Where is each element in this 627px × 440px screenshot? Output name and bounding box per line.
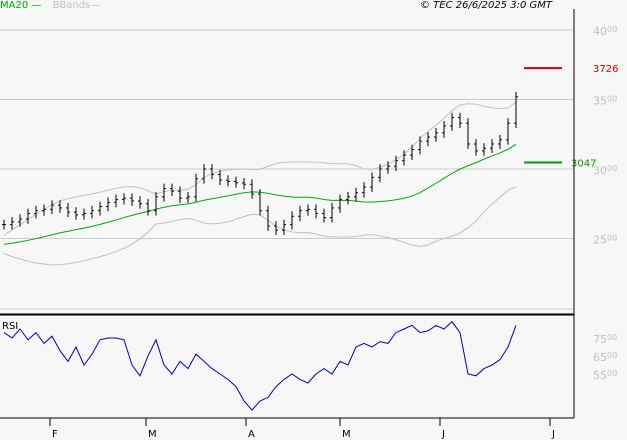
price-bar: [266, 205, 270, 231]
price-bar: [210, 164, 214, 180]
price-bar: [426, 132, 430, 147]
price-bar: [194, 173, 198, 202]
price-bar: [362, 182, 366, 198]
price-bar: [234, 176, 238, 188]
price-bar: [82, 208, 86, 220]
price-bar: [58, 200, 62, 213]
price-bar: [250, 179, 254, 199]
price-bar: [274, 221, 278, 236]
price-bar: [226, 175, 230, 187]
x-tick-label: A: [248, 429, 255, 440]
price-bar: [90, 205, 94, 219]
x-tick-label: J: [441, 429, 445, 440]
price-bar: [306, 204, 310, 216]
price-bar: [258, 189, 262, 216]
legend: MA20 — BBands—: [0, 0, 100, 11]
price-bar: [442, 121, 446, 138]
legend-ma20: MA20: [0, 0, 29, 11]
price-bar: [314, 204, 318, 219]
price-bar: [242, 178, 246, 190]
price-bar: [298, 205, 302, 222]
price-bar: [186, 191, 190, 204]
price-bar: [370, 172, 374, 192]
y-tick-label: 3000: [593, 164, 617, 177]
price-bar: [474, 139, 478, 156]
y-tick-sup: 00: [607, 164, 617, 173]
rsi-tick-sup: 00: [607, 369, 617, 378]
legend-bbands: BBands: [52, 0, 91, 11]
y-tick-label: 4000: [593, 25, 617, 38]
rsi-line: [3, 321, 517, 411]
chart: 4000 3500 3000 2500 7500 6500 5500 3726 3047 F M A M…: [0, 9, 618, 440]
price-bar: [34, 205, 38, 219]
price-bar: [354, 187, 358, 202]
x-tick-label: M: [342, 429, 351, 440]
price-bar: [114, 194, 118, 208]
x-tick-label: J: [551, 429, 555, 440]
rsi-tick-label: 7500: [593, 333, 617, 346]
price-bar: [66, 203, 70, 217]
price-bar: [122, 193, 126, 205]
x-tick-label: M: [148, 429, 157, 440]
price-bar: [458, 112, 462, 128]
resistance-level-label: 3726: [593, 64, 618, 75]
price-bar: [346, 191, 350, 205]
price-bar: [330, 203, 334, 223]
price-bar: [146, 198, 150, 216]
price-bar: [410, 144, 414, 160]
price-bar: [282, 219, 286, 236]
price-bar: [450, 112, 454, 131]
y-tick-label: 2500: [593, 234, 617, 247]
price-bar: [162, 183, 166, 202]
copyright: © TEC 26/6/2025 3:0 GMT: [420, 0, 552, 11]
x-tick-label: F: [52, 429, 58, 440]
y-tick-label: 3500: [593, 95, 617, 108]
price-bar: [74, 207, 78, 220]
price-bar: [178, 186, 182, 204]
price-bar: [290, 211, 294, 230]
price-bar: [10, 216, 14, 230]
price-bar: [130, 193, 134, 206]
price-bar: [322, 208, 326, 223]
price-bar: [338, 194, 342, 213]
price-bar: [26, 208, 30, 224]
legend-ma20-swatch: —: [28, 0, 42, 11]
price-bar: [506, 118, 510, 145]
rsi-tick-label: 5500: [593, 369, 617, 382]
price-bar: [466, 118, 470, 149]
support-level-label: 3047: [571, 158, 596, 169]
price-bar: [106, 197, 110, 212]
price-bar: [514, 91, 518, 128]
rsi-label: RSI: [2, 321, 19, 332]
price-bar: [490, 139, 494, 154]
price-bar: [498, 134, 502, 149]
price-bar: [98, 201, 102, 216]
price-bar: [138, 196, 142, 209]
price-bar: [418, 136, 422, 155]
price-bar: [154, 191, 158, 216]
price-bar: [202, 164, 206, 184]
y-tick-sup: 00: [607, 234, 617, 243]
price-bar: [482, 143, 486, 156]
rsi-tick-label: 6500: [593, 351, 617, 364]
legend-bbands-swatch: —: [90, 0, 101, 11]
price-bar: [2, 219, 6, 230]
y-tick-sup: 00: [607, 95, 617, 104]
price-bar: [50, 200, 54, 215]
price-bar: [434, 127, 438, 142]
y-tick-sup: 00: [607, 25, 617, 34]
rsi-tick-sup: 00: [607, 333, 617, 342]
rsi-tick-sup: 00: [607, 351, 617, 360]
price-bar: [18, 214, 22, 227]
